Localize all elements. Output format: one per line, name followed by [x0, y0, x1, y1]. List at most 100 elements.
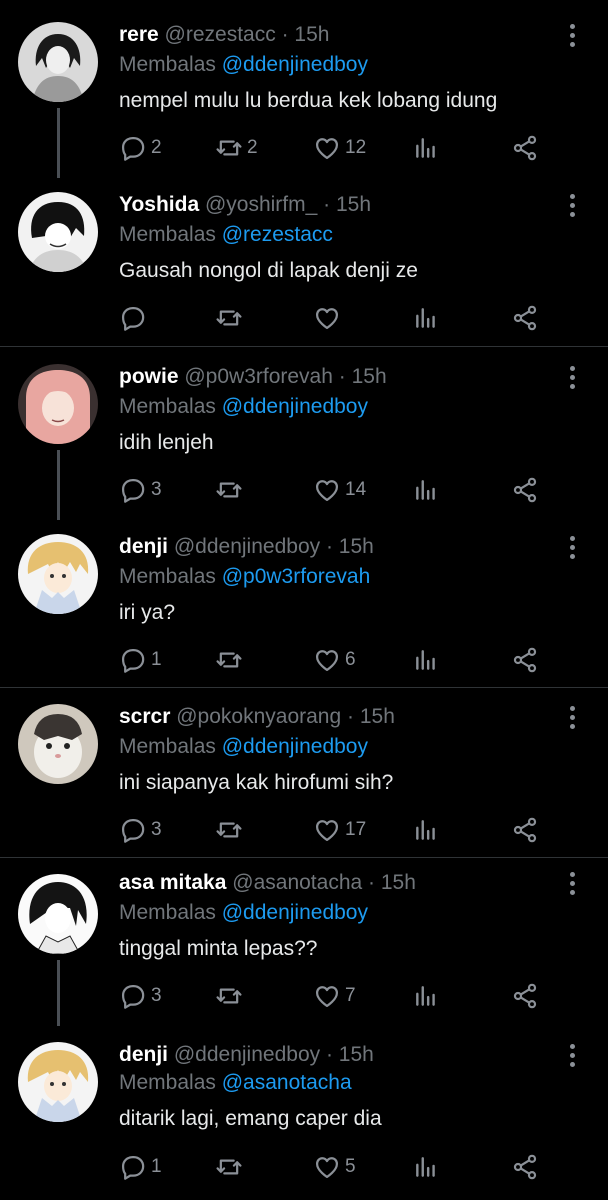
tweet[interactable]: Yoshida @yoshirfm_ · 15h Membalas @rezes…: [0, 180, 608, 345]
like-button[interactable]: 12: [313, 133, 366, 163]
like-button[interactable]: 5: [313, 1152, 356, 1182]
share-button[interactable]: [511, 303, 539, 333]
avatar[interactable]: [18, 364, 98, 444]
analytics-button[interactable]: [413, 1152, 439, 1182]
analytics-button[interactable]: [413, 645, 439, 675]
retweet-button[interactable]: [215, 645, 247, 675]
tweet[interactable]: denji @ddenjinedboy · 15h Membalas @asan…: [0, 1028, 608, 1200]
timestamp[interactable]: 15h: [381, 871, 416, 894]
reply-prefix: Membalas: [119, 901, 216, 924]
display-name[interactable]: denji: [119, 1043, 168, 1066]
tweet[interactable]: asa mitaka @asanotacha · 15h Membalas @d…: [0, 858, 608, 1026]
user-handle[interactable]: @p0w3rforevah: [184, 365, 333, 388]
retweet-icon: [215, 304, 243, 332]
user-handle[interactable]: @yoshirfm_: [205, 193, 317, 216]
more-options-icon[interactable]: [562, 1044, 582, 1070]
retweet-icon: [215, 134, 243, 162]
analytics-button[interactable]: [413, 303, 439, 333]
more-options-icon[interactable]: [562, 24, 582, 50]
avatar[interactable]: [18, 192, 98, 272]
reply-to-link[interactable]: @ddenjinedboy: [222, 395, 368, 418]
reply-button[interactable]: 1: [119, 645, 162, 675]
display-name[interactable]: asa mitaka: [119, 871, 226, 894]
reply-button[interactable]: 3: [119, 815, 162, 845]
like-button[interactable]: 17: [313, 815, 366, 845]
share-button[interactable]: [511, 475, 539, 505]
display-name[interactable]: denji: [119, 535, 168, 558]
like-button[interactable]: 7: [313, 981, 356, 1011]
timestamp[interactable]: 15h: [339, 1043, 374, 1066]
display-name[interactable]: rere: [119, 23, 159, 46]
user-handle[interactable]: @rezestacc: [165, 23, 276, 46]
retweet-button[interactable]: [215, 815, 247, 845]
share-button[interactable]: [511, 981, 539, 1011]
reply-to-link[interactable]: @asanotacha: [222, 1071, 352, 1094]
reply-button[interactable]: 3: [119, 981, 162, 1011]
like-icon: [313, 476, 341, 504]
reply-button[interactable]: 3: [119, 475, 162, 505]
reply-button[interactable]: [119, 303, 151, 333]
tweet[interactable]: powie @p0w3rforevah · 15h Membalas @dden…: [0, 350, 608, 520]
like-icon: [313, 816, 341, 844]
analytics-button[interactable]: [413, 815, 439, 845]
avatar-image: [18, 874, 98, 954]
retweet-icon: [215, 476, 243, 504]
avatar[interactable]: [18, 534, 98, 614]
avatar[interactable]: [18, 1042, 98, 1122]
more-options-icon[interactable]: [562, 194, 582, 220]
more-options-icon[interactable]: [562, 706, 582, 732]
timestamp[interactable]: 15h: [294, 23, 329, 46]
user-handle[interactable]: @pokoknyaorang: [176, 705, 341, 728]
like-button[interactable]: 6: [313, 645, 356, 675]
reply-count: 3: [151, 985, 162, 1006]
more-options-icon[interactable]: [562, 536, 582, 562]
analytics-button[interactable]: [413, 981, 439, 1011]
analytics-icon: [413, 647, 439, 673]
analytics-button[interactable]: [413, 133, 439, 163]
like-button[interactable]: 14: [313, 475, 366, 505]
analytics-icon: [413, 135, 439, 161]
reply-prefix: Membalas: [119, 223, 216, 246]
timestamp[interactable]: 15h: [336, 193, 371, 216]
timestamp[interactable]: 15h: [360, 705, 395, 728]
retweet-button[interactable]: [215, 981, 247, 1011]
like-count: 12: [345, 137, 367, 158]
reply-to-link[interactable]: @rezestacc: [222, 223, 333, 246]
reply-button[interactable]: 1: [119, 1152, 162, 1182]
avatar[interactable]: [18, 704, 98, 784]
tweet[interactable]: scrcr @pokoknyaorang · 15h Membalas @dde…: [0, 690, 608, 855]
reply-count: 2: [151, 137, 162, 158]
timestamp[interactable]: 15h: [352, 365, 387, 388]
retweet-button[interactable]: [215, 303, 247, 333]
avatar[interactable]: [18, 874, 98, 954]
display-name[interactable]: powie: [119, 365, 179, 388]
retweet-icon: [215, 646, 243, 674]
reply-to-link[interactable]: @ddenjinedboy: [222, 735, 368, 758]
reply-button[interactable]: 2: [119, 133, 162, 163]
analytics-button[interactable]: [413, 475, 439, 505]
reply-to-link[interactable]: @ddenjinedboy: [222, 901, 368, 924]
retweet-button[interactable]: 2: [215, 133, 258, 163]
tweet[interactable]: rere @rezestacc · 15h Membalas @ddenjine…: [0, 0, 608, 180]
retweet-button[interactable]: [215, 475, 247, 505]
share-button[interactable]: [511, 133, 539, 163]
like-button[interactable]: [313, 303, 345, 333]
user-handle[interactable]: @asanotacha: [232, 871, 362, 894]
tweet-header: asa mitaka @asanotacha · 15h: [119, 871, 416, 894]
reply-to-link[interactable]: @ddenjinedboy: [222, 53, 368, 76]
avatar[interactable]: [18, 22, 98, 102]
share-button[interactable]: [511, 815, 539, 845]
reply-to-link[interactable]: @p0w3rforevah: [222, 565, 371, 588]
more-options-icon[interactable]: [562, 366, 582, 392]
timestamp[interactable]: 15h: [339, 535, 374, 558]
display-name[interactable]: scrcr: [119, 705, 170, 728]
tweet-text: ditarik lagi, emang caper dia: [119, 1107, 382, 1130]
more-options-icon[interactable]: [562, 872, 582, 898]
user-handle[interactable]: @ddenjinedboy: [174, 535, 320, 558]
share-button[interactable]: [511, 645, 539, 675]
share-button[interactable]: [511, 1152, 539, 1182]
retweet-button[interactable]: [215, 1152, 247, 1182]
tweet[interactable]: denji @ddenjinedboy · 15h Membalas @p0w3…: [0, 520, 608, 685]
user-handle[interactable]: @ddenjinedboy: [174, 1043, 320, 1066]
display-name[interactable]: Yoshida: [119, 193, 199, 216]
